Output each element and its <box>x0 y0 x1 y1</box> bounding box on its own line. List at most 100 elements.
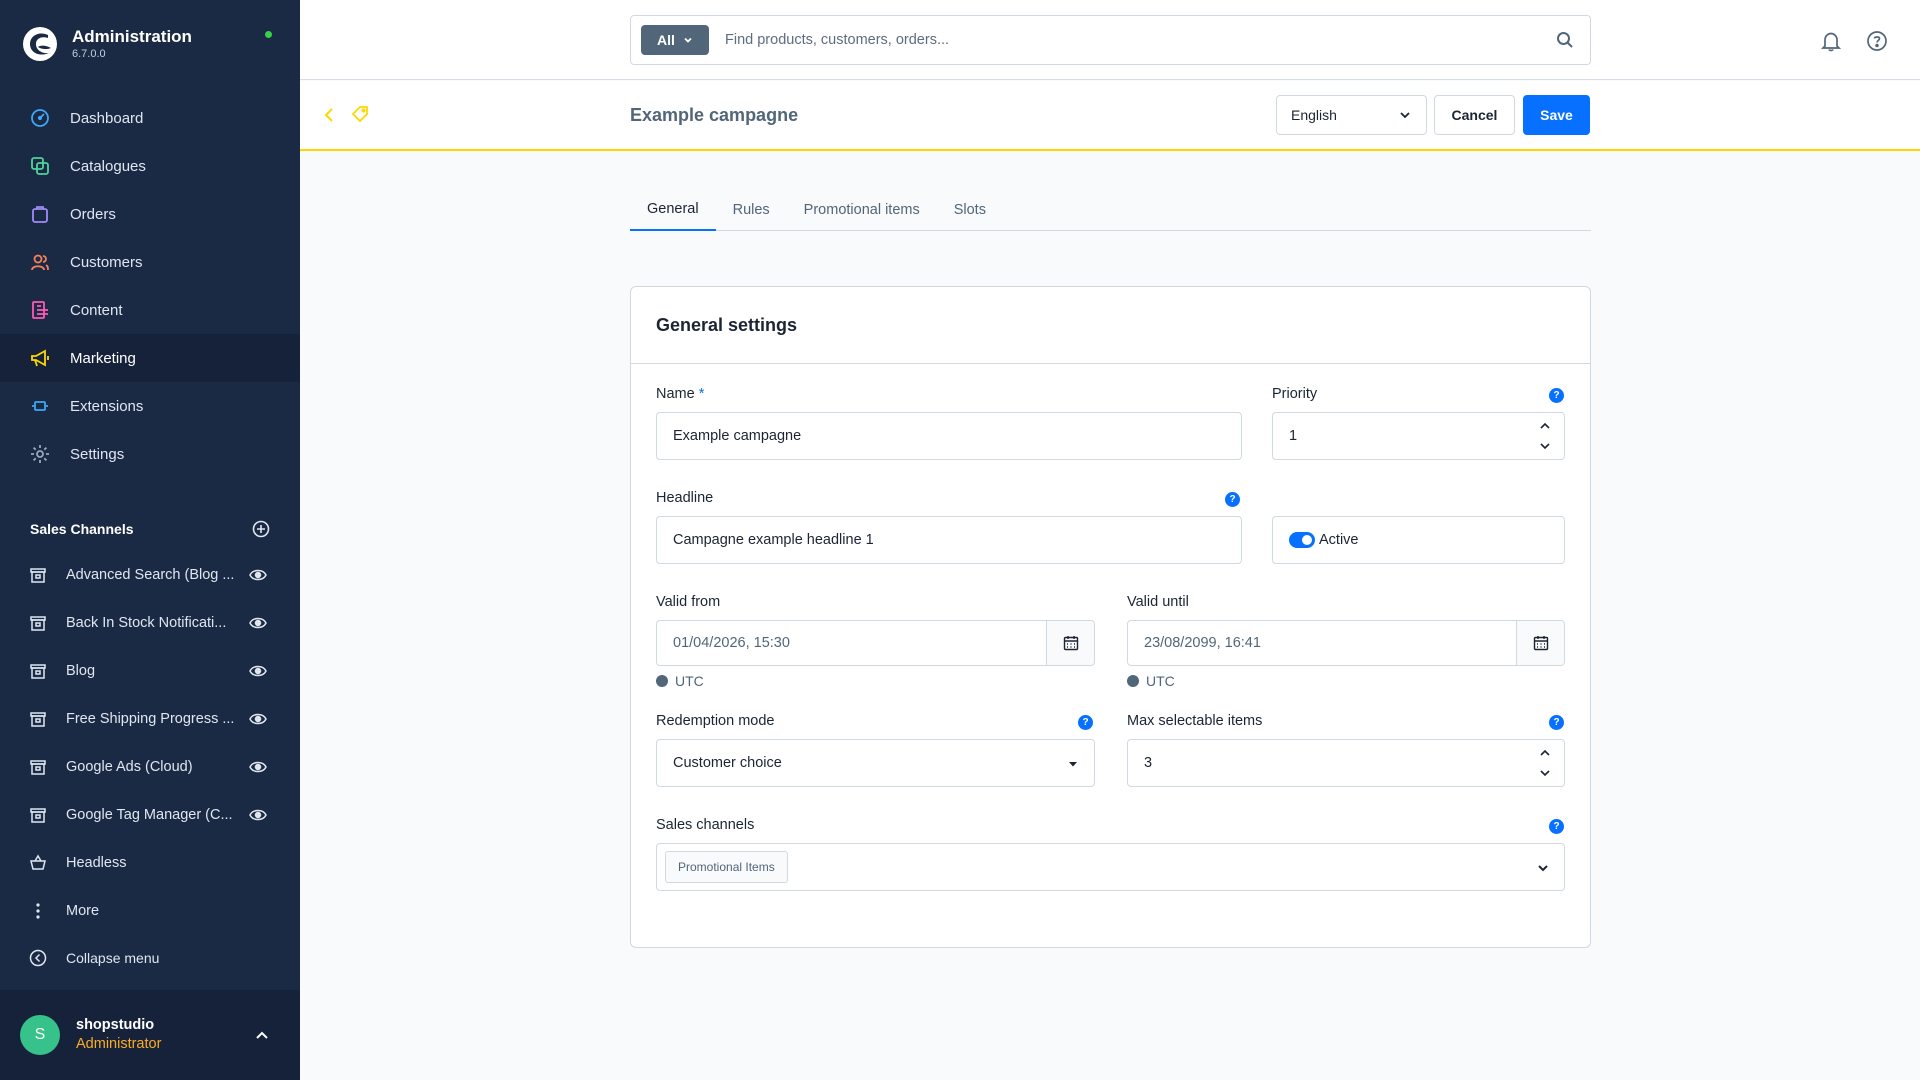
eye-icon[interactable] <box>249 614 267 632</box>
valid-from-label: Valid from <box>656 594 721 610</box>
active-label: Active <box>1319 532 1359 548</box>
eye-icon[interactable] <box>249 758 267 776</box>
valid-from-field[interactable]: 01/04/2026, 15:30 <box>656 620 1095 666</box>
sales-channel-item[interactable]: Free Shipping Progress ... <box>0 695 300 743</box>
sales-channels-multiselect[interactable]: Promotional Items <box>656 843 1565 891</box>
redemption-mode-select[interactable]: Customer choice <box>656 739 1095 787</box>
language-value: English <box>1291 107 1337 123</box>
nav-item-dashboard[interactable]: Dashboard <box>0 94 300 142</box>
valid-until-value: 23/08/2099, 16:41 <box>1144 635 1261 651</box>
sales-channel-label: Blog <box>66 663 96 679</box>
tab-promotional-items[interactable]: Promotional items <box>787 195 937 231</box>
chevron-down-icon <box>1069 762 1077 767</box>
avatar: S <box>20 1015 60 1055</box>
brand-version: 6.7.0.0 <box>72 48 106 60</box>
valid-until-calendar-button[interactable] <box>1516 621 1564 665</box>
valid-until-tz: UTC <box>1146 673 1175 689</box>
user-name: shopstudio <box>76 1017 155 1033</box>
active-switch-field[interactable]: Active <box>1272 516 1565 564</box>
chevron-up-icon[interactable] <box>1538 748 1552 758</box>
priority-stepper[interactable] <box>1538 421 1552 451</box>
user-menu[interactable]: S shopstudio Administrator <box>0 990 300 1080</box>
required-marker: * <box>698 386 705 402</box>
sales-channel-label: Free Shipping Progress ... <box>66 711 235 727</box>
redemption-mode-help-icon[interactable]: ? <box>1078 715 1093 730</box>
valid-from-calendar-button[interactable] <box>1046 621 1094 665</box>
sales-channels-title: Sales Channels <box>30 521 134 537</box>
collapse-menu-item[interactable]: Collapse menu <box>0 935 300 981</box>
name-label: Name * <box>656 386 704 402</box>
storefront-icon <box>30 808 46 823</box>
nav-item-orders[interactable]: Orders <box>0 190 300 238</box>
search-type-select[interactable]: All <box>641 25 709 55</box>
eye-icon[interactable] <box>249 806 267 824</box>
global-search: All <box>630 15 1591 65</box>
headline-field[interactable]: Campagne example headline 1 <box>656 516 1242 564</box>
nav-label: Content <box>70 301 123 319</box>
nav-label: Extensions <box>70 397 144 415</box>
tag-icon <box>351 106 368 123</box>
cancel-button[interactable]: Cancel <box>1434 95 1515 135</box>
add-sales-channel-icon[interactable] <box>252 520 270 538</box>
search-icon[interactable] <box>1556 31 1574 49</box>
customers-icon <box>29 251 51 273</box>
brand[interactable]: Administration 6.7.0.0 <box>22 24 192 64</box>
sales-channels-help-icon[interactable]: ? <box>1549 819 1564 834</box>
nav-item-content[interactable]: Content <box>0 286 300 334</box>
sales-channel-item[interactable]: Google Ads (Cloud) <box>0 743 300 791</box>
nav-item-marketing[interactable]: Marketing <box>0 334 300 382</box>
search-input[interactable] <box>725 32 1525 48</box>
back-arrow-icon[interactable] <box>322 106 338 124</box>
max-items-help-icon[interactable]: ? <box>1549 715 1564 730</box>
nav-item-settings[interactable]: Settings <box>0 430 300 478</box>
redemption-mode-value: Customer choice <box>673 755 782 771</box>
valid-until-field[interactable]: 23/08/2099, 16:41 <box>1127 620 1565 666</box>
chevron-down-icon[interactable] <box>1538 768 1552 778</box>
redemption-mode-label: Redemption mode <box>656 713 775 729</box>
sales-channels-header: Sales Channels <box>30 520 270 538</box>
headline-help-icon[interactable]: ? <box>1225 492 1240 507</box>
name-field[interactable]: Example campagne <box>656 412 1242 460</box>
page-title: Example campagne <box>630 105 799 125</box>
sales-channel-label: Google Ads (Cloud) <box>66 759 193 775</box>
sales-channel-item[interactable]: Blog <box>0 647 300 695</box>
selected-channel-chip[interactable]: Promotional Items <box>665 851 788 883</box>
name-label-text: Name <box>656 386 695 402</box>
language-select[interactable]: English <box>1276 95 1427 135</box>
max-items-field[interactable]: 3 <box>1127 739 1565 787</box>
tab-general[interactable]: General <box>630 195 716 231</box>
tab-bar: General Rules Promotional items Slots <box>630 195 1591 231</box>
nav-label: Dashboard <box>70 109 144 127</box>
help-icon[interactable] <box>1866 30 1888 52</box>
sales-channel-item[interactable]: Google Tag Manager (C... <box>0 791 300 839</box>
valid-from-tz: UTC <box>675 673 704 689</box>
tab-rules[interactable]: Rules <box>716 195 787 231</box>
valid-until-label: Valid until <box>1127 594 1189 610</box>
max-items-stepper[interactable] <box>1538 748 1552 778</box>
smart-bar: Example campagne English Cancel Save <box>300 81 1920 151</box>
more-item[interactable]: More <box>0 887 300 935</box>
tab-slots[interactable]: Slots <box>937 195 1003 231</box>
priority-help-icon[interactable]: ? <box>1549 388 1564 403</box>
chevron-down-icon[interactable] <box>1538 441 1552 451</box>
user-role: Administrator <box>76 1036 162 1052</box>
max-items-label: Max selectable items <box>1127 713 1263 729</box>
storefront-icon <box>30 760 46 775</box>
save-button[interactable]: Save <box>1523 95 1590 135</box>
active-toggle[interactable] <box>1289 532 1315 548</box>
nav-item-extensions[interactable]: Extensions <box>0 382 300 430</box>
eye-icon[interactable] <box>249 566 267 584</box>
top-bar: All <box>300 0 1920 80</box>
nav-item-catalogues[interactable]: Catalogues <box>0 142 300 190</box>
priority-field[interactable]: 1 <box>1272 412 1565 460</box>
eye-icon[interactable] <box>249 710 267 728</box>
sales-channel-item[interactable]: Back In Stock Notificati... <box>0 599 300 647</box>
eye-icon[interactable] <box>249 662 267 680</box>
chevron-down-icon <box>1538 865 1548 872</box>
nav-item-customers[interactable]: Customers <box>0 238 300 286</box>
sales-channel-item[interactable]: Headless <box>0 839 300 887</box>
chevron-up-icon[interactable] <box>1538 421 1552 431</box>
bell-icon[interactable] <box>1820 30 1842 52</box>
chevron-up-icon[interactable] <box>254 1027 270 1043</box>
sales-channel-item[interactable]: Advanced Search (Blog ... <box>0 551 300 599</box>
